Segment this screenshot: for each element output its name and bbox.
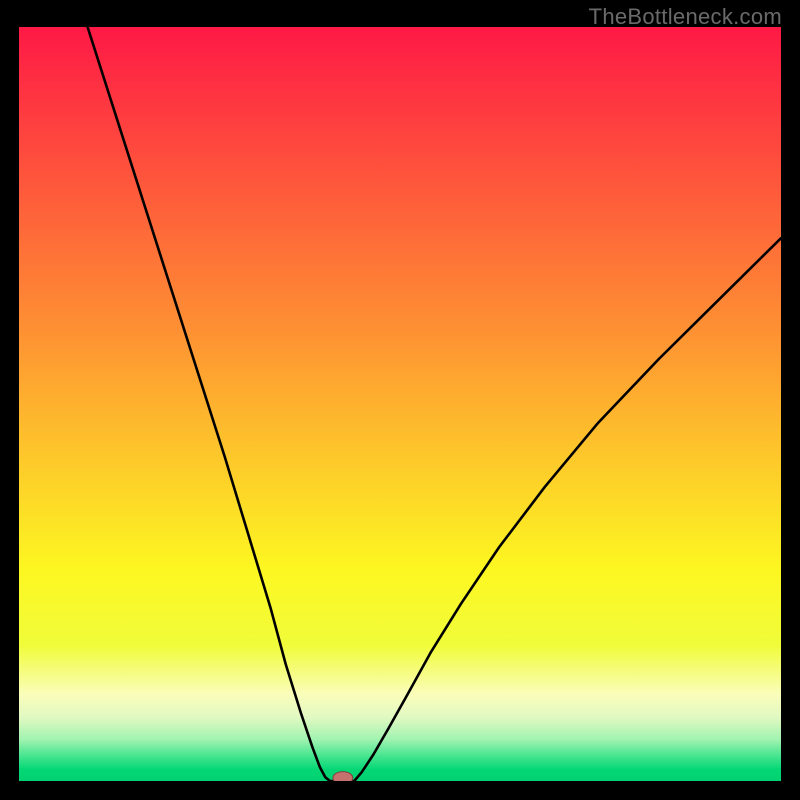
watermark-text: TheBottleneck.com [589,4,782,30]
plot-area [19,27,781,781]
chart-background [19,27,781,781]
optimal-point-marker [333,772,353,781]
chart-frame: TheBottleneck.com [0,0,800,800]
chart-svg [19,27,781,781]
